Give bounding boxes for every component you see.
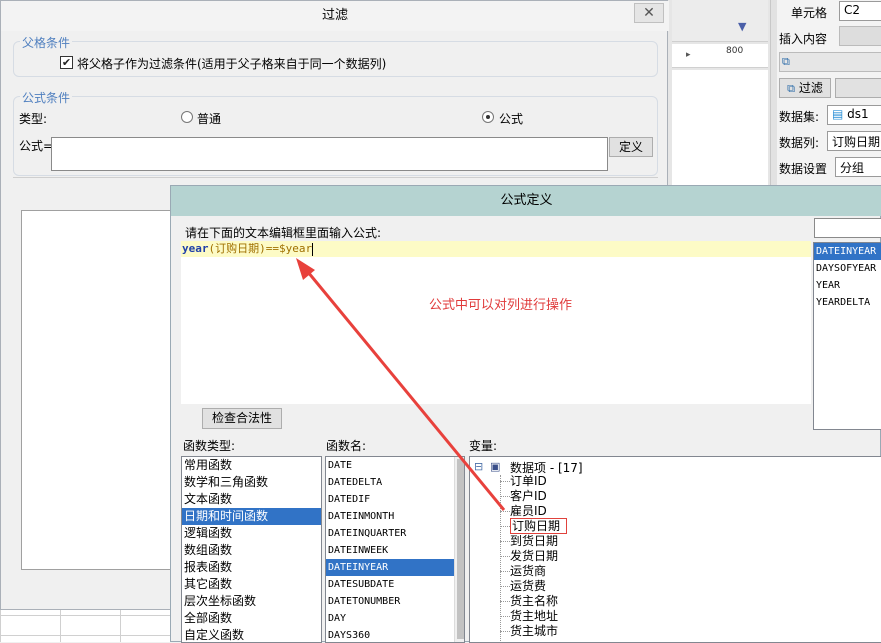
arrow-shaft	[301, 265, 506, 511]
annotation-arrow	[296, 258, 506, 511]
